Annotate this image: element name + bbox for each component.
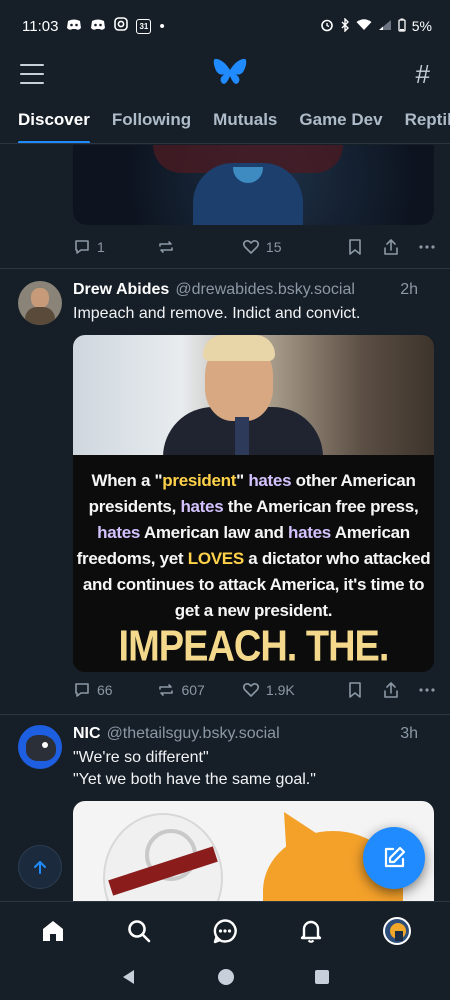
tab-discover[interactable]: Discover [18,96,90,143]
status-bar: 11:03 31 • 5% [0,0,450,52]
reply-button[interactable]: 1 [73,238,157,256]
reply-count: 1 [97,239,105,255]
reply-button[interactable]: 66 [73,681,157,699]
signal-icon [378,18,392,34]
calendar-icon: 31 [136,18,152,34]
bluetooth-icon [340,16,350,35]
back-icon[interactable] [120,968,138,991]
hash-icon[interactable]: # [416,59,430,90]
butterfly-logo[interactable] [213,57,247,92]
battery-icon [398,18,406,35]
author-name[interactable]: NIC [73,725,101,743]
repost-button[interactable] [157,238,241,256]
home-icon[interactable] [31,909,75,953]
status-time: 11:03 [22,17,59,35]
more-icon[interactable] [418,681,436,699]
repost-icon [159,684,174,696]
post-text: "We're so different" "Yet we both have t… [73,747,434,791]
post-image[interactable]: When a "president" hates other American … [73,335,434,672]
like-count: 15 [265,239,282,255]
notification-dot: • [159,17,165,35]
post-actions: 1 15 [0,227,450,267]
like-count: 1.9K [265,682,295,698]
post-header: NIC @thetailsguy.bsky.social [73,725,434,743]
heart-icon [242,239,259,254]
image-banner: IMPEACH. THE. TRAITOR. [118,622,390,671]
post-header: Drew Abides @drewabides.bsky.social [73,281,434,299]
instagram-icon [114,17,129,35]
post-drew[interactable]: Drew Abides @drewabides.bsky.social 2h I… [0,269,450,715]
search-icon[interactable] [117,909,161,953]
repost-button[interactable]: 607 [157,681,241,699]
compose-icon [384,846,406,868]
author-name[interactable]: Drew Abides [73,281,169,299]
compose-button[interactable] [363,827,425,889]
like-button[interactable]: 1.9K [242,681,346,699]
tab-game-dev[interactable]: Game Dev [299,96,382,143]
heart-icon [242,682,259,697]
alarm-icon [320,18,334,35]
repost-count: 607 [181,682,205,698]
scroll-to-top-button[interactable] [18,845,62,889]
post-actions: 66 607 1.9K [0,670,450,710]
repost-icon [159,241,174,253]
post-text-line: "Yet we both have the same goal." [73,771,316,788]
tab-mutuals[interactable]: Mutuals [213,96,277,143]
avatar[interactable] [18,725,62,769]
author-handle[interactable]: @drewabides.bsky.social [175,281,355,299]
discord-icon [66,18,82,35]
system-nav-bar [0,959,450,1000]
app-header: # [0,52,450,96]
home-circle-icon[interactable] [217,968,235,991]
feed[interactable]: 1 15 Drew Abides @drewabides.bsky.social… [0,145,450,901]
reply-icon [75,683,89,697]
post-previous[interactable]: 1 15 [0,145,450,269]
reply-icon [75,240,89,254]
like-button[interactable]: 15 [242,238,346,256]
profile-avatar[interactable] [375,909,419,953]
image-caption: When a "president" hates other American … [76,471,431,620]
share-icon[interactable] [382,681,400,699]
wifi-icon [356,18,372,34]
chat-icon[interactable] [203,909,247,953]
battery-percent: 5% [411,18,432,34]
post-time: 3h [400,725,418,742]
more-icon[interactable] [418,238,436,256]
author-handle[interactable]: @thetailsguy.bsky.social [107,725,280,743]
recents-icon[interactable] [314,969,330,990]
tab-reptile[interactable]: Reptile [405,96,450,143]
bottom-nav [0,901,450,959]
post-text-line: "We're so different" [73,749,209,766]
bookmark-icon[interactable] [346,238,364,256]
bell-icon[interactable] [289,909,333,953]
feed-tabs: Discover Following Mutuals Game Dev Rept… [0,96,450,144]
arrow-up-icon [34,861,46,874]
post-time: 2h [400,281,418,298]
bookmark-icon[interactable] [346,681,364,699]
share-icon[interactable] [382,238,400,256]
reply-count: 66 [97,682,113,698]
post-text: Impeach and remove. Indict and convict. [73,305,361,322]
menu-icon[interactable] [20,64,44,84]
tab-following[interactable]: Following [112,96,191,143]
discord-icon [90,18,106,35]
avatar[interactable] [18,281,62,325]
post-image[interactable] [73,145,434,225]
